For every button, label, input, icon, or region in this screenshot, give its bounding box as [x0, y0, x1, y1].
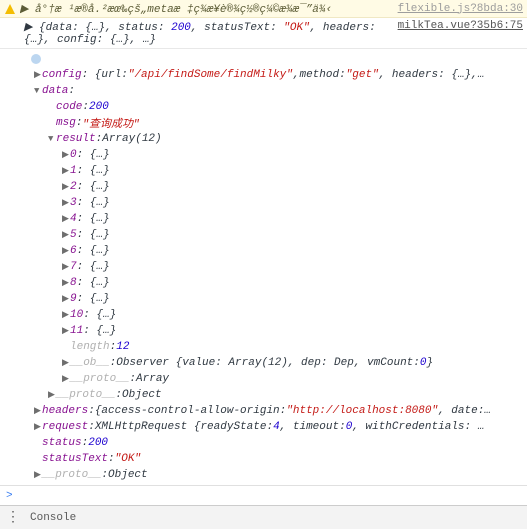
array-item[interactable]: 7: {…}	[20, 259, 527, 275]
collapse-icon[interactable]	[34, 86, 42, 96]
expand-icon[interactable]	[62, 262, 70, 272]
row-config[interactable]: config: {url: "/api/findSome/findMilky",…	[20, 67, 527, 83]
expand-icon[interactable]	[34, 406, 42, 416]
expand-icon[interactable]	[34, 422, 42, 432]
expand-icon[interactable]	[48, 390, 56, 400]
console-warning-row: ▶ å°†æ ¹æ®å.²æœ‰çš„metaæ ‡ç¾æ¥è®¾ç½®ç¼©æ…	[0, 0, 527, 18]
array-item[interactable]: 8: {…}	[20, 275, 527, 291]
row-result[interactable]: result: Array(12)	[20, 131, 527, 147]
log-summary[interactable]: ▶ {data: {…}, status: 200, statusText: "…	[24, 20, 390, 46]
console-prompt[interactable]: >	[0, 485, 527, 505]
expand-icon[interactable]	[62, 278, 70, 288]
log-source-link[interactable]: milkTea.vue?35b6:75	[390, 20, 523, 32]
expand-icon[interactable]	[62, 150, 70, 160]
array-item[interactable]: 1: {…}	[20, 163, 527, 179]
prompt-chevron-icon: >	[6, 490, 13, 502]
tree-info-row	[20, 51, 527, 67]
array-item[interactable]: 2: {…}	[20, 179, 527, 195]
array-item[interactable]: 0: {…}	[20, 147, 527, 163]
row-data[interactable]: data:	[20, 83, 527, 99]
array-item[interactable]: 11: {…}	[20, 323, 527, 339]
expand-icon[interactable]	[62, 294, 70, 304]
row-headers[interactable]: headers: {access-control-allow-origin: "…	[20, 403, 527, 419]
expand-icon[interactable]	[62, 358, 70, 368]
array-item[interactable]: 9: {…}	[20, 291, 527, 307]
row-request[interactable]: request: XMLHttpRequest {readyState: 4, …	[20, 419, 527, 435]
row-proto-root[interactable]: __proto__: Object	[20, 467, 527, 483]
warning-icon	[4, 3, 16, 15]
expand-icon[interactable]	[62, 198, 70, 208]
expand-icon[interactable]	[62, 246, 70, 256]
row-length[interactable]: length: 12	[20, 339, 527, 355]
row-proto-array[interactable]: __proto__: Array	[20, 371, 527, 387]
warning-text: ▶ å°†æ ¹æ®å.²æœ‰çš„metaæ ‡ç¾æ¥è®¾ç½®ç¼©æ…	[20, 2, 390, 16]
warning-source-link[interactable]: flexible.js?8bda:30	[390, 3, 523, 15]
object-tree: config: {url: "/api/findSome/findMilky",…	[0, 48, 527, 485]
expand-icon[interactable]	[62, 230, 70, 240]
drawer-toolbar: ⋮ Console	[0, 505, 527, 529]
array-item[interactable]: 3: {…}	[20, 195, 527, 211]
array-item[interactable]: 5: {…}	[20, 227, 527, 243]
array-item[interactable]: 10: {…}	[20, 307, 527, 323]
array-item[interactable]: 6: {…}	[20, 243, 527, 259]
drawer-tab-console[interactable]: Console	[30, 512, 76, 524]
row-status[interactable]: status: 200	[20, 435, 527, 451]
expand-icon[interactable]	[62, 326, 70, 336]
console-log-row: ▶ {data: {…}, status: 200, statusText: "…	[0, 18, 527, 48]
collapse-icon[interactable]	[48, 134, 56, 144]
row-msg[interactable]: msg: "查询成功"	[20, 115, 527, 131]
row-status-text[interactable]: statusText: "OK"	[20, 451, 527, 467]
menu-icon[interactable]: ⋮	[6, 511, 20, 525]
expand-icon[interactable]	[62, 166, 70, 176]
row-code[interactable]: code: 200	[20, 99, 527, 115]
info-icon[interactable]	[30, 53, 42, 65]
row-ob[interactable]: __ob__: Observer {value: Array(12), dep:…	[20, 355, 527, 371]
array-item[interactable]: 4: {…}	[20, 211, 527, 227]
row-proto-object[interactable]: __proto__: Object	[20, 387, 527, 403]
expand-icon[interactable]	[62, 182, 70, 192]
expand-icon[interactable]	[34, 470, 42, 480]
expand-icon[interactable]	[62, 214, 70, 224]
expand-icon[interactable]	[62, 374, 70, 384]
expand-icon[interactable]	[62, 310, 70, 320]
expand-icon[interactable]	[34, 70, 42, 80]
